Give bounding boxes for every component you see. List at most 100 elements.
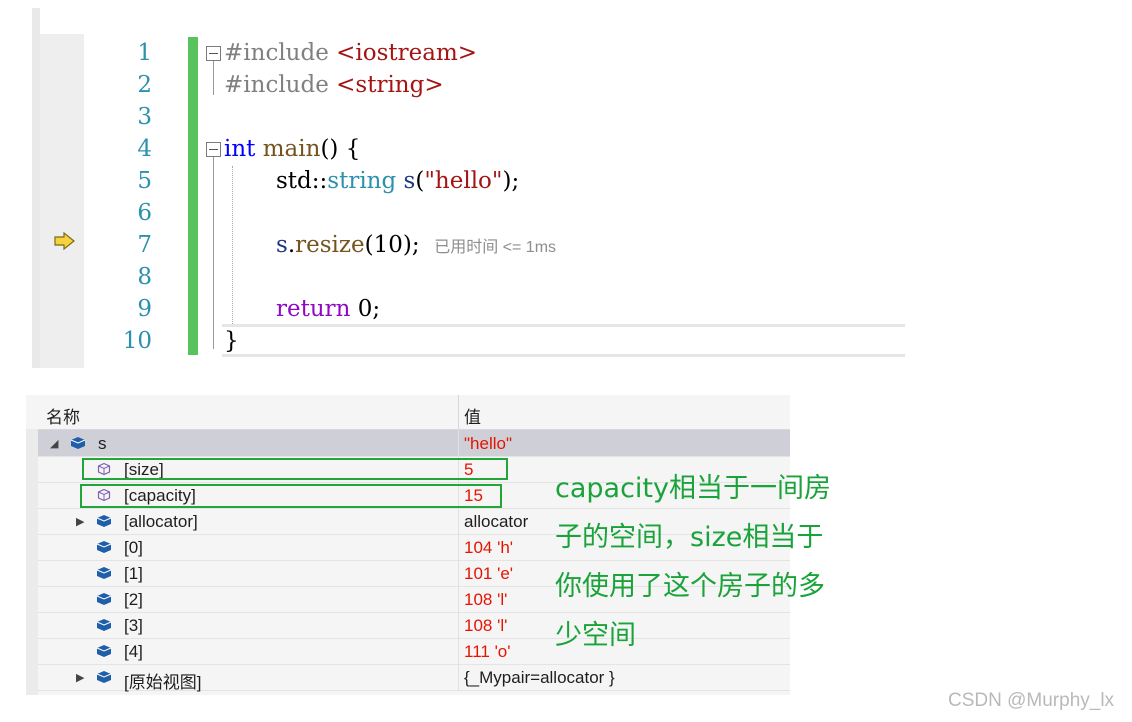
variable-name: [4] xyxy=(124,642,143,661)
editor-left-edge xyxy=(32,8,40,368)
object-icon xyxy=(96,619,112,631)
annotation-line: 子的空间，size相当于 xyxy=(555,522,824,553)
code-area[interactable] xyxy=(84,34,905,368)
variable-name: s xyxy=(403,168,416,194)
line-number: 4 xyxy=(137,136,152,162)
column-separator xyxy=(458,560,459,586)
column-separator xyxy=(458,534,459,560)
code-punct: 0; xyxy=(350,296,381,322)
object-icon xyxy=(96,671,112,683)
variable-value: allocator xyxy=(464,512,529,531)
code-line-7[interactable]: s.resize(10); 已用时间 <= 1ms xyxy=(276,229,556,261)
object-icon xyxy=(96,515,112,527)
code-punct: ); xyxy=(502,168,520,194)
variable-name: [allocator] xyxy=(124,512,198,531)
line-number: 8 xyxy=(137,264,152,290)
object-icon xyxy=(96,541,112,553)
column-header-name[interactable]: 名称 xyxy=(46,403,80,428)
code-punct: () { xyxy=(320,136,361,162)
variable-name: s xyxy=(98,434,107,453)
collapse-toggle-icon[interactable] xyxy=(206,142,221,157)
code-punct: (10); xyxy=(364,232,420,258)
preprocessor-directive: #include xyxy=(224,72,329,98)
object-icon xyxy=(96,593,112,605)
line-number: 5 xyxy=(137,168,152,194)
variable-value: 104 'h' xyxy=(464,538,514,557)
watch-left-strip xyxy=(26,429,38,695)
line-number: 10 xyxy=(122,328,152,354)
code-line-1[interactable]: #include <iostream> xyxy=(224,37,477,69)
variable-name: [2] xyxy=(124,590,143,609)
variable-name: [0] xyxy=(124,538,143,557)
line-number: 9 xyxy=(137,296,152,322)
variable-value: "hello" xyxy=(464,434,512,453)
annotation-line: 你使用了这个房子的多 xyxy=(555,571,825,602)
code-line-4[interactable]: int main() { xyxy=(224,133,360,165)
code-line-9[interactable]: return 0; xyxy=(276,293,380,325)
variable-value: 101 'e' xyxy=(464,564,514,583)
elapsed-time-hint: 已用时间 <= 1ms xyxy=(434,239,557,256)
namespace: std:: xyxy=(276,168,328,194)
code-punct: ( xyxy=(415,168,425,194)
current-line-border xyxy=(222,324,905,327)
code-line-2[interactable]: #include <string> xyxy=(224,69,444,101)
current-line-border xyxy=(222,354,905,357)
object-icon xyxy=(70,437,86,449)
expand-arrow-icon[interactable]: ▶ xyxy=(76,515,84,528)
change-tracking-bar xyxy=(188,37,198,355)
editor-top-bar xyxy=(32,8,905,35)
fold-bracket xyxy=(213,157,214,349)
variable-name: s xyxy=(276,232,288,258)
code-editor[interactable]: 1 2 3 4 5 6 7 8 9 10 #include <iostream>… xyxy=(32,8,905,368)
variable-value: 108 'l' xyxy=(464,616,508,635)
line-number: 1 xyxy=(137,40,152,66)
watch-row-s[interactable]: ◢ s "hello" xyxy=(38,430,790,457)
line-number: 7 xyxy=(137,232,152,258)
variable-name: [3] xyxy=(124,616,143,635)
string-literal: "hello" xyxy=(424,168,503,194)
collapse-arrow-icon[interactable]: ◢ xyxy=(50,437,58,450)
closing-brace: } xyxy=(224,328,239,354)
object-icon xyxy=(96,645,112,657)
variable-value: 108 'l' xyxy=(464,590,508,609)
variable-value: 111 'o' xyxy=(464,642,511,661)
code-line-10[interactable]: } xyxy=(224,325,239,357)
include-path: <string> xyxy=(336,72,444,98)
code-line-5[interactable]: std::string s("hello"); xyxy=(276,165,519,197)
column-header-value[interactable]: 值 xyxy=(464,403,481,428)
size-highlight-box xyxy=(82,458,508,480)
line-number: 3 xyxy=(137,104,152,130)
annotation-line: capacity相当于一间房 xyxy=(555,473,831,504)
variable-name: [1] xyxy=(124,564,143,583)
object-icon xyxy=(96,567,112,579)
annotation-line: 少空间 xyxy=(555,620,636,651)
glyph-margin[interactable] xyxy=(40,34,84,368)
watch-row-raw-view[interactable]: ▶ [原始视图] {_Mypair=allocator } xyxy=(38,664,790,692)
column-separator xyxy=(458,638,459,664)
column-separator xyxy=(458,508,459,534)
fold-bracket xyxy=(213,61,214,95)
variable-name: [原始视图] xyxy=(124,673,202,692)
line-number: 2 xyxy=(137,72,152,98)
function-name: resize xyxy=(295,232,365,258)
include-path: <iostream> xyxy=(336,40,478,66)
control-keyword: return xyxy=(276,296,351,322)
line-number: 6 xyxy=(137,200,152,226)
expand-arrow-icon[interactable]: ▶ xyxy=(76,671,84,684)
column-separator xyxy=(458,612,459,638)
capacity-highlight-box xyxy=(80,484,502,508)
column-separator xyxy=(458,430,459,456)
collapse-toggle-icon[interactable] xyxy=(206,46,221,61)
watermark: CSDN @Murphy_lx xyxy=(948,690,1115,711)
preprocessor-directive: #include xyxy=(224,40,329,66)
annotation-text: capacity相当于一间房 子的空间，size相当于 你使用了这个房子的多 少… xyxy=(555,464,875,660)
watch-header: 名称 值 xyxy=(26,395,790,430)
type-keyword: int xyxy=(224,136,256,162)
function-name: main xyxy=(262,136,321,162)
execution-arrow-icon xyxy=(54,232,75,250)
class-name: string xyxy=(327,168,397,194)
indent-guide xyxy=(232,166,233,324)
variable-value: {_Mypair=allocator } xyxy=(464,668,615,687)
column-separator[interactable] xyxy=(458,395,459,429)
column-separator xyxy=(458,664,459,690)
